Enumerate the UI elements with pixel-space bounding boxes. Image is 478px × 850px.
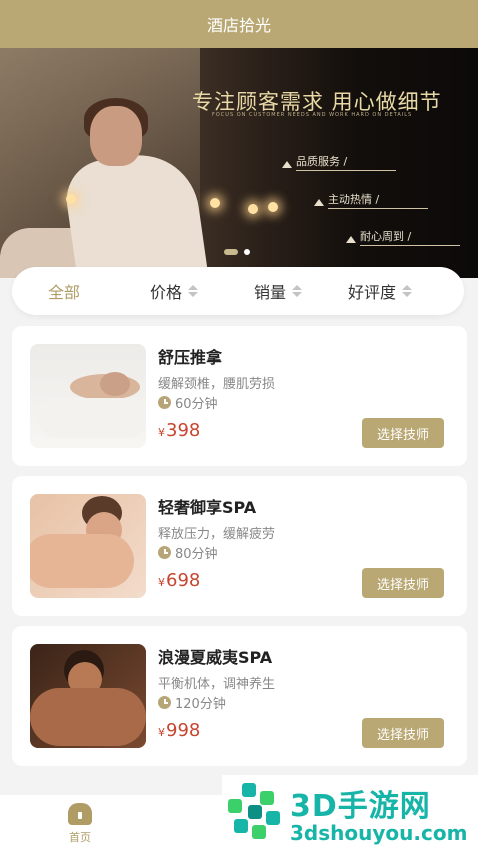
service-card[interactable]: 浪漫夏威夷SPA 平衡机体，调神养生 120分钟 ¥ 998 选择技师 <box>12 626 467 766</box>
filter-label: 销量 <box>254 283 287 302</box>
service-title: 轻奢御享SPA <box>158 498 257 517</box>
clock-icon <box>158 396 171 409</box>
tag-divider <box>360 245 460 246</box>
banner-tag: 主动热情 / <box>328 193 380 206</box>
candle-light <box>66 194 76 204</box>
service-thumbnail <box>30 344 146 448</box>
tag-divider <box>296 170 396 171</box>
tab-label: 首页 <box>69 831 91 844</box>
clock-icon <box>158 696 171 709</box>
service-price: ¥ 698 <box>158 570 200 591</box>
watermark: 3D手游网 3dshouyou.com <box>222 775 478 850</box>
carousel-dot[interactable] <box>244 249 250 255</box>
service-desc: 释放压力，缓解疲劳 <box>158 527 276 542</box>
duration-text: 80分钟 <box>175 547 218 562</box>
triangle-icon <box>314 199 324 206</box>
service-thumbnail <box>30 494 146 598</box>
service-title: 浪漫夏威夷SPA <box>158 648 273 667</box>
filter-sales[interactable]: 销量 <box>254 267 303 315</box>
carousel-dot-active[interactable] <box>224 249 238 255</box>
price-value: 398 <box>166 420 201 441</box>
price-value: 698 <box>166 570 201 591</box>
banner-subline: FOCUS ON CUSTOMER NEEDS AND WORK HARD ON… <box>212 112 413 118</box>
service-desc: 缓解颈椎，腰肌劳损 <box>158 377 276 392</box>
service-thumbnail <box>30 644 146 748</box>
clock-icon <box>158 546 171 559</box>
filter-bar: 全部 价格 销量 好评度 <box>12 267 464 315</box>
sort-icon <box>188 285 199 297</box>
page-title: 酒店拾光 <box>206 16 271 35</box>
service-price: ¥ 398 <box>158 420 200 441</box>
service-card[interactable]: 轻奢御享SPA 释放压力，缓解疲劳 80分钟 ¥ 698 选择技师 <box>12 476 467 616</box>
banner-tag: 耐心周到 / <box>360 230 412 243</box>
triangle-icon <box>282 161 292 168</box>
duration-text: 120分钟 <box>175 697 226 712</box>
currency-symbol: ¥ <box>158 726 165 739</box>
carousel-indicator <box>224 249 250 255</box>
sort-icon <box>402 285 413 297</box>
service-duration: 60分钟 <box>158 393 218 412</box>
service-duration: 80分钟 <box>158 543 218 562</box>
service-desc: 平衡机体，调神养生 <box>158 677 276 692</box>
candle-light <box>248 204 258 214</box>
tag-divider <box>328 208 428 209</box>
banner-photo-therapist-head <box>90 106 142 166</box>
currency-symbol: ¥ <box>158 576 165 589</box>
service-duration: 120分钟 <box>158 693 226 712</box>
select-technician-button[interactable]: 选择技师 <box>362 568 444 598</box>
select-technician-button[interactable]: 选择技师 <box>362 418 444 448</box>
filter-rating[interactable]: 好评度 <box>348 267 413 315</box>
candle-light <box>268 202 278 212</box>
app-header: 酒店拾光 <box>0 0 478 48</box>
home-icon <box>68 803 92 825</box>
service-price: ¥ 998 <box>158 720 200 741</box>
tab-home[interactable]: 首页 <box>60 803 100 845</box>
select-technician-button[interactable]: 选择技师 <box>362 718 444 748</box>
filter-label: 好评度 <box>348 283 397 302</box>
promo-banner[interactable]: 专注顾客需求 用心做细节 FOCUS ON CUSTOMER NEEDS AND… <box>0 48 478 278</box>
service-card[interactable]: 舒压推拿 缓解颈椎，腰肌劳损 60分钟 ¥ 398 选择技师 <box>12 326 467 466</box>
watermark-brand: 3D手游网 <box>290 789 431 824</box>
price-value: 998 <box>166 720 201 741</box>
filter-all[interactable]: 全部 <box>48 267 80 315</box>
banner-tag: 品质服务 / <box>296 155 348 168</box>
sort-icon <box>292 285 303 297</box>
filter-label: 全部 <box>48 283 81 302</box>
filter-price[interactable]: 价格 <box>150 267 199 315</box>
service-title: 舒压推拿 <box>158 348 223 367</box>
watermark-logo-icon <box>224 781 284 841</box>
duration-text: 60分钟 <box>175 397 218 412</box>
filter-label: 价格 <box>150 283 183 302</box>
triangle-icon <box>346 236 356 243</box>
candle-light <box>210 198 220 208</box>
currency-symbol: ¥ <box>158 426 165 439</box>
watermark-url: 3dshouyou.com <box>290 821 468 845</box>
